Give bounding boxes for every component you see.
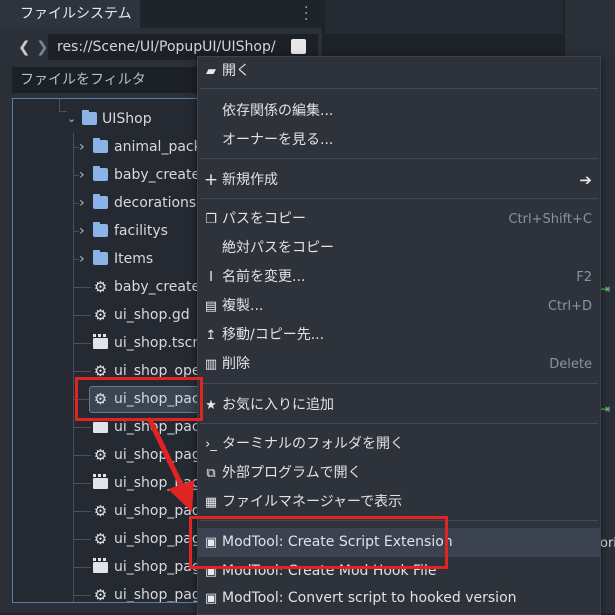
menu-item-open-terminal[interactable]: ›_ ターミナルのフォルダを開く <box>198 430 600 459</box>
tree-connector <box>73 595 91 596</box>
tree-connector <box>73 371 91 372</box>
tree-connector <box>73 287 91 288</box>
tree-row-label: ui_shop_pag <box>114 531 201 547</box>
gear-icon: ⚙ <box>93 446 108 464</box>
right-pane-header <box>325 0 563 34</box>
gear-icon: ⚙ <box>93 306 108 324</box>
tab-filesystem[interactable]: ファイルシステム <box>0 0 140 28</box>
tree-row-label: Items <box>114 251 154 267</box>
menu-item-move-copy[interactable]: ↥ 移動/コピー先... <box>198 321 600 350</box>
kebab-menu-icon[interactable]: · · · <box>304 1 310 27</box>
trash-icon: ▥ <box>204 357 218 372</box>
clapperboard-icon <box>93 558 108 573</box>
tree-row-label: baby_creater <box>114 279 206 295</box>
right-pane-text: oric <box>600 536 615 551</box>
menu-item-duplicate[interactable]: ▤ 複製... Ctrl+D <box>198 292 600 321</box>
chevron-right-icon[interactable]: › <box>79 245 85 273</box>
menu-item-new[interactable]: + 新規作成 ➔ <box>198 166 600 195</box>
tree-connector <box>73 343 91 344</box>
folder-icon <box>93 250 108 265</box>
tree-row-label: baby_creater <box>114 167 206 183</box>
star-icon: ★ <box>205 398 217 413</box>
tree-row-label: facilitys <box>114 223 168 239</box>
plus-icon: + <box>203 170 219 190</box>
submenu-arrow-icon: ➔ <box>579 171 592 189</box>
tree-row-label: ui_shop_pag <box>114 559 201 575</box>
text-cursor-icon: I <box>209 270 213 285</box>
chevron-right-icon[interactable]: › <box>79 217 85 245</box>
tree-row-label: animal_pack <box>114 139 202 155</box>
tree-connector <box>73 511 91 512</box>
gear-icon: ⚙ <box>93 278 108 296</box>
menu-item-open-external[interactable]: ⧉ 外部プログラムで開く <box>198 459 600 488</box>
menu-item-copy-path[interactable]: ❐ パスをコピー Ctrl+Shift+C <box>198 205 600 234</box>
folder-icon <box>93 222 108 237</box>
terminal-icon: ›_ <box>205 437 217 452</box>
menu-item-view-owners[interactable]: オーナーを見る... <box>198 126 600 155</box>
chevron-down-icon[interactable]: ⌄ <box>67 105 76 133</box>
tree-connector <box>73 455 91 456</box>
tree-row-label: ui_shop_pag <box>114 503 201 519</box>
highlight-box-menu-item <box>189 516 448 569</box>
menu-item-add-favorite[interactable]: ★ お気に入りに追加 <box>198 391 600 420</box>
dock-tab-bar: ファイルシステム · · · <box>0 0 322 28</box>
clapperboard-icon <box>93 334 108 349</box>
tree-row-label: UIShop <box>102 111 152 127</box>
tree-row-label: ui_shop_pag <box>114 447 201 463</box>
folder-icon <box>93 138 108 153</box>
tree-row-label: ui_shop.tscn <box>114 335 202 351</box>
folder-open-icon: ▰ <box>206 64 216 79</box>
script-icon: ▣ <box>204 591 218 606</box>
tree-row-label: ui_shop_pag <box>114 475 201 491</box>
gear-icon: ⚙ <box>93 502 108 520</box>
copy-icon: ❐ <box>205 212 217 227</box>
gear-icon: ⚙ <box>93 362 108 380</box>
signal-icon: ⇥ <box>600 402 611 416</box>
folder-icon <box>82 110 97 125</box>
menu-item-edit-dependencies[interactable]: 依存関係の編集... <box>198 97 600 126</box>
menu-item-delete[interactable]: ▥ 削除 Delete <box>198 350 600 379</box>
menu-item-show-file-manager[interactable]: ▦ ファイルマネージャーで表示 <box>198 488 600 517</box>
menu-item-rename[interactable]: I 名前を変更... F2 <box>198 263 600 292</box>
chevron-right-icon[interactable]: › <box>79 189 85 217</box>
folder-icon <box>93 194 108 209</box>
move-arrow-icon: ↥ <box>205 328 217 343</box>
folder-icon <box>93 166 108 181</box>
menu-item-modtool-convert-script[interactable]: ▣ ModTool: Convert script to hooked vers… <box>198 584 600 613</box>
forward-arrow-icon[interactable]: ❯ <box>36 38 49 56</box>
duplicate-icon: ▤ <box>204 299 218 314</box>
chevron-right-icon[interactable]: › <box>79 161 85 189</box>
tree-connector <box>73 427 91 428</box>
menu-item-open[interactable]: ▰ 開く <box>198 57 600 86</box>
file-manager-icon: ▦ <box>204 495 218 510</box>
menu-item-copy-absolute-path[interactable]: 絶対パスをコピー <box>198 234 600 263</box>
signal-icon: ⇥ <box>600 282 611 296</box>
gear-icon: ⚙ <box>93 530 108 548</box>
tree-connector <box>73 483 91 484</box>
tree-connector <box>73 315 91 316</box>
tree-row-label: ui_shop_pag <box>114 587 201 603</box>
back-arrow-icon[interactable]: ❮ <box>18 38 31 56</box>
gear-icon: ⚙ <box>93 586 108 603</box>
tree-connector <box>73 539 91 540</box>
tree-row-label: decorations <box>114 195 197 211</box>
tree-row-label: ui_shop.gd <box>114 307 190 323</box>
tree-connector <box>73 567 91 568</box>
highlight-box-selected-file <box>75 377 203 421</box>
toggle-split-icon[interactable] <box>291 39 306 54</box>
chevron-right-icon[interactable]: › <box>79 133 85 161</box>
clapperboard-icon <box>93 418 108 433</box>
external-link-icon: ⧉ <box>206 466 216 481</box>
clapperboard-icon <box>93 474 108 489</box>
